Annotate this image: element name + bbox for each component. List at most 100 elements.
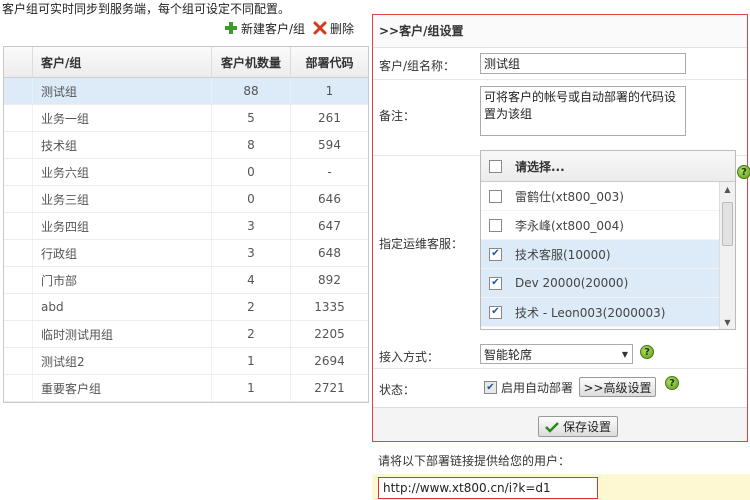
table-row[interactable]: 临时测试用组 2 2205	[4, 321, 368, 348]
deploy-code-cell: 2205	[290, 321, 368, 347]
agent-label: 雷鹤仕(xt800_003)	[515, 189, 624, 204]
table-row[interactable]: abd 2 1335	[4, 294, 368, 321]
table-row[interactable]: 业务六组 0-	[4, 159, 368, 186]
scroll-down-icon[interactable]: ▼	[720, 315, 735, 329]
client-count-cell: 4	[211, 267, 290, 293]
group-table: 客户/组 客户机数量 部署代码 测试组 88 1 业务一组 5 261 技术组 8 594 业务六…	[3, 46, 369, 403]
agent-label: 技术 - Leon003(2000003)	[515, 305, 666, 320]
agent-checkbox[interactable]	[489, 218, 502, 232]
group-name-input[interactable]	[480, 53, 686, 74]
group-name-cell: abd	[32, 294, 211, 320]
header-client-count[interactable]: 客户机数量	[211, 47, 290, 77]
group-name-cell: 技术组	[32, 132, 211, 158]
status-label: 状态：	[379, 383, 416, 397]
header-deploy-code[interactable]: 部署代码	[290, 47, 368, 77]
table-row[interactable]: 测试组 88 1	[4, 78, 368, 105]
header-index	[4, 47, 32, 77]
agent-label: 指定运维客服：	[379, 237, 464, 251]
save-settings-label: 保存设置	[562, 420, 611, 434]
row-index	[4, 78, 32, 104]
chevron-down-icon: ▼	[621, 349, 629, 359]
table-row[interactable]: 测试组2 1 2694	[4, 348, 368, 375]
table-header: 客户/组 客户机数量 部署代码	[4, 47, 368, 78]
table-row[interactable]: 技术组 8 594	[4, 132, 368, 159]
new-group-button[interactable]: 新建客户/组	[224, 20, 305, 37]
access-mode-select[interactable]: 智能轮席 ▼	[480, 344, 633, 364]
delete-button[interactable]: 删除	[313, 20, 354, 37]
help-icon[interactable]: ?	[665, 376, 679, 390]
deploy-code-cell: -	[290, 159, 368, 185]
header-group[interactable]: 客户/组	[32, 47, 211, 77]
deploy-code-cell: 1335	[290, 294, 368, 320]
auto-deploy-checkbox[interactable]	[484, 381, 497, 394]
table-row[interactable]: 业务四组 3 647	[4, 213, 368, 240]
table-row[interactable]: 业务一组 5 261	[4, 105, 368, 132]
agent-item[interactable]: 技术客服(10000)	[481, 240, 720, 269]
client-count-cell: 2	[211, 321, 290, 347]
auto-deploy-label: 启用自动部署	[501, 381, 574, 395]
client-count-cell: 2	[211, 294, 290, 320]
deploy-code-cell: 2694	[290, 348, 368, 374]
row-index	[4, 105, 32, 131]
deploy-code-cell: 892	[290, 267, 368, 293]
access-label: 接入方式：	[379, 350, 440, 364]
help-icon[interactable]: ?	[640, 345, 654, 359]
select-all-checkbox[interactable]	[489, 159, 502, 173]
table-row[interactable]: 重要客户组 1 2721	[4, 375, 368, 402]
new-group-label: 新建客户/组	[241, 21, 306, 36]
client-count-cell: 88	[211, 78, 290, 104]
status-row: 状态： 启用自动部署 >>高级设置 ?	[373, 370, 747, 406]
group-name-cell: 重要客户组	[32, 375, 211, 401]
agent-item[interactable]: 技术 - Leon003(2000003)	[481, 298, 720, 327]
client-count-cell: 5	[211, 105, 290, 131]
table-row[interactable]: 业务三组 0 646	[4, 186, 368, 213]
access-row: 接入方式： 智能轮席 ▼ ?	[373, 341, 747, 369]
agent-list-scrollbar[interactable]: ▲ ▼	[719, 182, 735, 329]
row-index	[4, 213, 32, 239]
deploy-code-cell: 646	[290, 186, 368, 212]
access-mode-value: 智能轮席	[484, 347, 533, 362]
deploy-code-cell: 648	[290, 240, 368, 266]
agent-checkbox[interactable]	[489, 247, 502, 261]
agent-item[interactable]: Dev 20000(20000)	[481, 269, 720, 298]
agent-checkbox[interactable]	[489, 276, 502, 290]
table-row[interactable]: 门市部 4 892	[4, 267, 368, 294]
scroll-thumb[interactable]	[722, 202, 733, 246]
remark-textarea[interactable]	[480, 86, 686, 136]
table-body: 测试组 88 1 业务一组 5 261 技术组 8 594 业务六组 0- 业务三组 0 646 业务四组 3…	[4, 78, 368, 402]
deploy-link-field[interactable]: http://www.xt800.cn/i?k=d1	[378, 477, 598, 499]
agent-checkbox[interactable]	[489, 189, 502, 203]
client-count-cell: 3	[211, 240, 290, 266]
agent-list-header-label: 请选择...	[515, 159, 565, 174]
group-name-cell: 业务三组	[32, 186, 211, 212]
row-index	[4, 186, 32, 212]
table-row[interactable]: 行政组 3 648	[4, 240, 368, 267]
advanced-settings-button[interactable]: >>高级设置	[579, 377, 656, 397]
group-settings-panel: >>客户/组设置 客户/组名称： 备注： 指定运维客服： 请选择... 雷鹤仕(…	[372, 14, 750, 442]
group-name-cell: 临时测试用组	[32, 321, 211, 347]
auto-deploy-toggle[interactable]: 启用自动部署	[480, 379, 573, 396]
agent-checkbox[interactable]	[489, 305, 502, 319]
deploy-code-cell: 1	[290, 78, 368, 104]
agent-label: Dev 20000(20000)	[515, 276, 629, 290]
row-index	[4, 267, 32, 293]
agent-item[interactable]: 雷鹤仕(xt800_003)	[481, 182, 720, 211]
agent-label: 李永峰(xt800_004)	[515, 218, 624, 233]
help-icon[interactable]: ?	[737, 165, 750, 179]
deploy-code-cell: 647	[290, 213, 368, 239]
group-name-cell: 业务一组	[32, 105, 211, 131]
group-name-cell: 行政组	[32, 240, 211, 266]
agent-list-header: 请选择...	[481, 151, 735, 182]
panel-footer: 保存设置	[373, 407, 747, 441]
group-name-cell: 门市部	[32, 267, 211, 293]
client-count-cell: 0	[211, 186, 290, 212]
remark-label: 备注：	[379, 109, 416, 123]
agent-item[interactable]: 李永峰(xt800_004)	[481, 211, 720, 240]
scroll-up-icon[interactable]: ▲	[720, 182, 735, 196]
add-icon	[225, 22, 237, 34]
save-settings-button[interactable]: 保存设置	[538, 416, 618, 437]
client-count-cell: 0	[211, 159, 290, 185]
check-icon	[545, 421, 559, 433]
agent-items: 雷鹤仕(xt800_003) 李永峰(xt800_004) 技术客服(10000) D…	[481, 182, 735, 327]
row-index	[4, 321, 32, 347]
